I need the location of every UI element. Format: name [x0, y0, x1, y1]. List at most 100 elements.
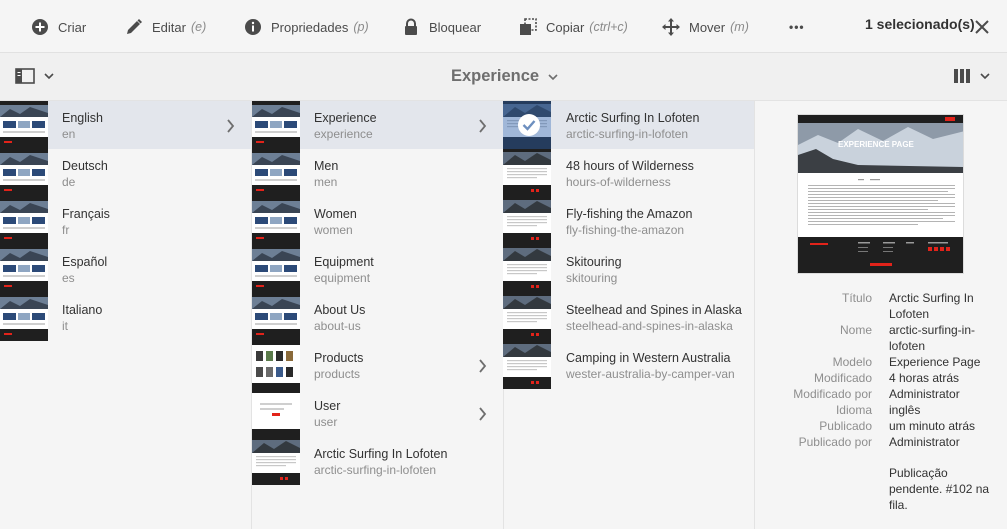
page-title[interactable]: Experience — [451, 67, 559, 86]
properties-button[interactable]: Propriedades (p) — [244, 15, 369, 39]
item-name: arctic-surfing-in-lofoten — [566, 127, 689, 141]
list-item[interactable]: Experience experience — [252, 101, 503, 149]
column-view-icon — [954, 69, 970, 83]
view-switcher-button[interactable] — [953, 68, 991, 84]
list-item[interactable]: Español es — [0, 245, 251, 293]
meta-label: Idioma — [835, 403, 872, 417]
page-thumbnail — [0, 197, 48, 245]
list-item-selected[interactable]: Arctic Surfing In Lofoten arctic-surfing… — [503, 101, 754, 149]
properties-shortcut: (p) — [353, 20, 369, 34]
move-label: Mover — [689, 19, 726, 35]
publication-status-note: Publicação pendente. #102 na fila. — [889, 466, 990, 512]
item-name: en — [62, 127, 76, 141]
list-item[interactable]: Steelhead and Spines in Alaska steelhead… — [503, 293, 754, 341]
page-title-label: Experience — [451, 67, 540, 85]
edit-label: Editar — [152, 19, 186, 35]
item-title: Equipment — [314, 255, 374, 269]
copy-icon — [520, 18, 537, 35]
list-item[interactable]: English en — [0, 101, 251, 149]
page-thumbnail — [252, 341, 300, 389]
item-title: Camping in Western Australia — [566, 351, 731, 365]
page-thumbnail — [503, 245, 551, 293]
item-title: 48 hours of Wilderness — [566, 159, 694, 173]
meta-label: Modelo — [832, 355, 872, 369]
page-thumbnail — [0, 101, 48, 149]
action-bar: Criar Editar (e) Propriedades (p) Bloque… — [0, 0, 1007, 53]
list-item[interactable]: 48 hours of Wilderness hours-of-wilderne… — [503, 149, 754, 197]
item-title: Steelhead and Spines in Alaska — [566, 303, 742, 317]
page-thumbnail — [252, 389, 300, 437]
move-button[interactable]: Mover (m) — [662, 15, 749, 39]
column-sections: Experience experience Men men Women wome… — [252, 101, 504, 529]
item-name: wester-australia-by-camper-van — [566, 367, 735, 381]
more-actions-button[interactable]: ••• — [789, 15, 805, 39]
page-thumbnail — [0, 245, 48, 293]
chevron-down-icon — [980, 73, 990, 80]
copy-button[interactable]: Copiar (ctrl+c) — [519, 15, 628, 39]
meta-value: um minuto atrás — [889, 419, 976, 433]
lock-button[interactable]: Bloquear — [402, 15, 481, 39]
list-item[interactable]: User user — [252, 389, 503, 437]
list-item[interactable]: Equipment equipment — [252, 245, 503, 293]
page-thumbnail — [252, 293, 300, 341]
page-thumbnail — [0, 149, 48, 197]
details-panel: EXPERIENCE PAGE Título Arctic Surfing In… — [755, 101, 1007, 529]
column-pages: Arctic Surfing In Lofoten arctic-surfing… — [503, 101, 755, 529]
meta-value: 4 horas atrás — [889, 371, 960, 385]
list-item[interactable]: Français fr — [0, 197, 251, 245]
item-name: fr — [62, 223, 70, 237]
meta-value: Experience Page — [889, 355, 981, 369]
meta-value: arctic-surfing-in-lofoten — [889, 323, 976, 353]
item-name: user — [314, 415, 338, 429]
list-item[interactable]: Men men — [252, 149, 503, 197]
meta-value: Administrator — [889, 387, 960, 401]
meta-value: Administrator — [889, 435, 960, 449]
meta-label: Publicado por — [798, 435, 872, 449]
meta-value: inglês — [889, 403, 921, 417]
item-title: Deutsch — [62, 159, 108, 173]
rail-toggle-button[interactable] — [15, 68, 55, 84]
list-item[interactable]: Products products — [252, 341, 503, 389]
list-item[interactable]: Skitouring skitouring — [503, 245, 754, 293]
chevron-down-icon — [44, 73, 54, 80]
list-item[interactable]: Arctic Surfing In Lofoten arctic-surfing… — [252, 437, 503, 485]
add-circle-icon — [32, 19, 48, 35]
page-thumbnail — [252, 197, 300, 245]
chevron-right-icon — [479, 119, 487, 133]
item-name: steelhead-and-spines-in-alaska — [566, 319, 733, 333]
chevron-down-icon — [548, 73, 558, 80]
list-item[interactable]: About Us about-us — [252, 293, 503, 341]
properties-label: Propriedades — [271, 19, 349, 35]
list-item[interactable]: Women women — [252, 197, 503, 245]
chevron-right-icon — [227, 119, 235, 133]
lock-label: Bloquear — [429, 19, 482, 35]
page-thumbnail — [503, 101, 551, 149]
column-languages: English en Deutsch de Français fr Españo… — [0, 101, 252, 529]
page-thumbnail — [503, 293, 551, 341]
meta-label: Publicado — [819, 419, 872, 433]
item-name: es — [62, 271, 75, 285]
edit-button[interactable]: Editar (e) — [125, 15, 206, 39]
create-button[interactable]: Criar — [31, 15, 86, 39]
close-icon[interactable] — [974, 19, 990, 35]
copy-label: Copiar — [546, 19, 585, 35]
pencil-icon — [127, 19, 142, 34]
item-name: skitouring — [566, 271, 618, 285]
item-title: Men — [314, 159, 339, 173]
move-shortcut: (m) — [730, 20, 749, 34]
page-thumbnail — [252, 437, 300, 485]
preview-banner-text: EXPERIENCE PAGE — [838, 140, 915, 149]
item-name: de — [62, 175, 76, 189]
list-item[interactable]: Deutsch de — [0, 149, 251, 197]
move-icon — [662, 18, 680, 36]
page-thumbnail — [0, 293, 48, 341]
list-item[interactable]: Italiano it — [0, 293, 251, 341]
checkmark-icon — [518, 114, 540, 136]
item-name: men — [314, 175, 338, 189]
list-item[interactable]: Fly-fishing the Amazon fly-fishing-the-a… — [503, 197, 754, 245]
item-title: English — [62, 111, 103, 125]
copy-shortcut: (ctrl+c) — [589, 20, 628, 34]
info-icon — [245, 19, 261, 35]
list-item[interactable]: Camping in Western Australia wester-aust… — [503, 341, 754, 389]
item-title: Español — [62, 255, 108, 269]
